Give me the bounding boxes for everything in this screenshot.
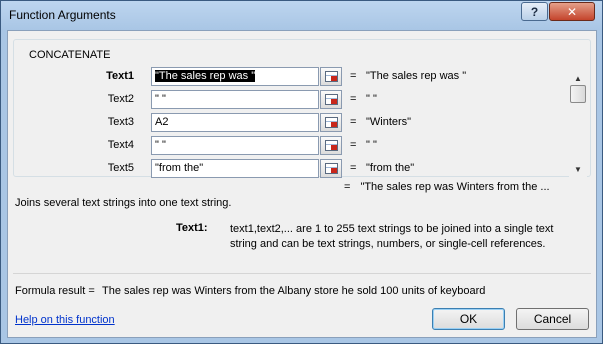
formula-result-value: The sales rep was Winters from the Alban…	[102, 285, 486, 297]
collapse-dialog-button[interactable]	[320, 113, 342, 132]
argument-label: Text3	[107, 116, 134, 128]
argument-help-text: text1,text2,... are 1 to 255 text string…	[230, 223, 554, 250]
argument-row-text3: Text3 A2 = "Winters"	[14, 113, 564, 133]
function-arguments-dialog: Function Arguments ? ✕ CONCATENATE Text1…	[0, 0, 603, 344]
divider	[13, 273, 591, 274]
ok-button[interactable]: OK	[432, 308, 505, 330]
function-description: Joins several text strings into one text…	[15, 197, 232, 209]
argument-input-text2[interactable]: " "	[151, 90, 319, 109]
equals-sign: =	[344, 181, 351, 193]
argument-result: "from the"	[366, 162, 415, 174]
argument-input-text5[interactable]: "from the"	[151, 159, 319, 178]
argument-result: "Winters"	[366, 116, 412, 128]
argument-label: Text1	[106, 70, 134, 82]
equals-sign: =	[350, 93, 357, 105]
collapse-dialog-icon	[325, 140, 338, 151]
arguments-group: CONCATENATE Text1 "The sales rep was " =…	[13, 39, 591, 179]
argument-row-text1: Text1 "The sales rep was " = "The sales …	[14, 67, 564, 87]
argument-result: " "	[366, 139, 377, 151]
argument-input-text3[interactable]: A2	[151, 113, 319, 132]
dialog-title: Function Arguments	[9, 8, 116, 22]
collapse-dialog-button[interactable]	[320, 90, 342, 109]
argument-label: Text2	[107, 93, 134, 105]
collapse-dialog-button[interactable]	[320, 159, 342, 178]
argument-help-label: Text1:	[176, 222, 208, 234]
collapse-dialog-icon	[325, 71, 338, 82]
argument-row-text2: Text2 " " = " "	[14, 90, 564, 110]
argument-result: " "	[366, 93, 377, 105]
collapse-dialog-icon	[325, 94, 338, 105]
argument-label: Text4	[107, 139, 134, 151]
collapse-dialog-icon	[325, 163, 338, 174]
help-on-function-link[interactable]: Help on this function	[15, 314, 115, 326]
equals-sign: =	[350, 162, 357, 174]
dialog-body: CONCATENATE Text1 "The sales rep was " =…	[7, 30, 597, 338]
equals-sign: =	[350, 139, 357, 151]
argument-input-text4[interactable]: " "	[151, 136, 319, 155]
equals-sign: =	[350, 116, 357, 128]
collapse-dialog-button[interactable]	[320, 136, 342, 155]
function-name: CONCATENATE	[27, 49, 113, 61]
argument-row-text4: Text4 " " = " "	[14, 136, 564, 156]
scroll-thumb[interactable]	[570, 85, 586, 103]
scroll-up-arrow-icon[interactable]: ▲	[569, 70, 587, 86]
titlebar[interactable]: Function Arguments ? ✕	[1, 1, 602, 30]
close-icon[interactable]: ✕	[549, 2, 595, 21]
cancel-button[interactable]: Cancel	[516, 308, 589, 330]
function-result-text: "The sales rep was Winters from the ...	[360, 181, 550, 193]
argument-input-text1[interactable]: "The sales rep was "	[151, 67, 319, 86]
collapse-dialog-button[interactable]	[320, 67, 342, 86]
argument-label: Text5	[107, 162, 134, 174]
help-icon[interactable]: ?	[521, 2, 548, 21]
scroll-down-arrow-icon[interactable]: ▼	[569, 161, 587, 177]
arguments-scrollbar[interactable]: ▲ ▼	[569, 70, 587, 177]
equals-sign: =	[350, 70, 357, 82]
collapse-dialog-icon	[325, 117, 338, 128]
argument-result: "The sales rep was "	[366, 70, 467, 82]
function-result-preview: = "The sales rep was Winters from the ...	[344, 181, 550, 193]
formula-result-label: Formula result =	[15, 285, 95, 297]
argument-input-value: "The sales rep was "	[155, 70, 256, 82]
argument-row-text5: Text5 "from the" = "from the"	[14, 159, 564, 179]
